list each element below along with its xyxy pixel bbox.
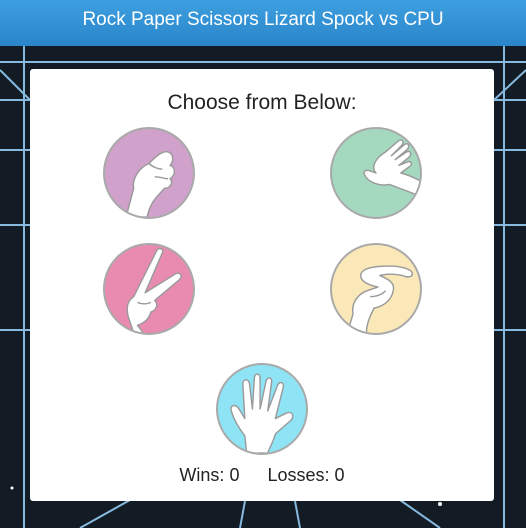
paper-hand-icon bbox=[363, 139, 420, 197]
scissors-hand-icon bbox=[126, 247, 182, 333]
lizard-button[interactable] bbox=[330, 243, 422, 335]
spock-button[interactable] bbox=[216, 363, 308, 455]
scissors-button[interactable] bbox=[103, 243, 195, 335]
lizard-hand-icon bbox=[346, 265, 414, 333]
losses-label: Losses: bbox=[267, 465, 330, 485]
losses-count: 0 bbox=[334, 465, 345, 485]
rock-button[interactable] bbox=[103, 127, 195, 219]
wins-count: 0 bbox=[229, 465, 240, 485]
wins-label: Wins: bbox=[179, 465, 225, 485]
paper-button[interactable] bbox=[330, 127, 422, 219]
choose-heading: Choose from Below: bbox=[167, 91, 357, 114]
scoreboard: Wins: 0 Losses: 0 bbox=[30, 465, 494, 486]
rock-hand-icon bbox=[125, 150, 176, 217]
choice-card: Choose from Below: Wins: 0 Losses: 0 bbox=[30, 69, 494, 501]
app-header: Rock Paper Scissors Lizard Spock vs CPU bbox=[0, 0, 526, 46]
app-title: Rock Paper Scissors Lizard Spock vs CPU bbox=[82, 9, 444, 30]
spock-hand-icon bbox=[230, 373, 294, 453]
